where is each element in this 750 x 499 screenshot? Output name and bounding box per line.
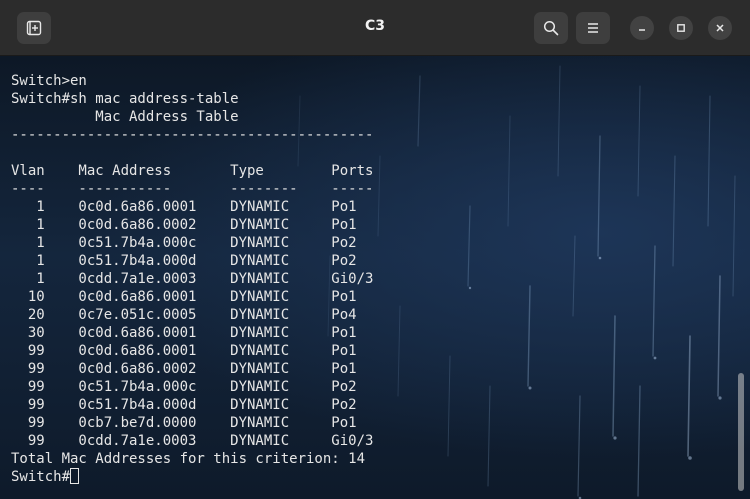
new-tab-icon: [26, 20, 42, 36]
terminal-line: Mac Address Table: [11, 109, 239, 125]
new-tab-button[interactable]: [17, 12, 51, 44]
terminal-line: 99 0c51.7b4a.000d DYNAMIC Po2: [11, 397, 357, 413]
close-icon: [716, 24, 724, 32]
terminal-window: C3 Switch>en Switch#sh mac address-table…: [0, 0, 750, 499]
search-button[interactable]: [534, 12, 568, 44]
close-button[interactable]: [708, 16, 732, 40]
terminal-line: 1 0c0d.6a86.0001 DYNAMIC Po1: [11, 199, 357, 215]
main-menu-button[interactable]: [576, 12, 610, 44]
minimize-button[interactable]: [630, 16, 654, 40]
terminal-line: 20 0c7e.051c.0005 DYNAMIC Po4: [11, 307, 357, 323]
terminal-line: Switch#sh mac address-table: [11, 91, 239, 107]
terminal-prompt-line[interactable]: Switch#: [11, 468, 373, 486]
header-bar: C3: [0, 0, 750, 56]
terminal-prompt: Switch#: [11, 469, 71, 485]
minimize-icon: [639, 29, 645, 31]
terminal-line: Total Mac Addresses for this criterion: …: [11, 451, 366, 467]
terminal-line: 99 0c0d.6a86.0002 DYNAMIC Po1: [11, 361, 357, 377]
terminal-line: 1 0c51.7b4a.000d DYNAMIC Po2: [11, 253, 357, 269]
terminal-line: 99 0cdd.7a1e.0003 DYNAMIC Gi0/3: [11, 433, 374, 449]
terminal-line: 99 0c0d.6a86.0001 DYNAMIC Po1: [11, 343, 357, 359]
terminal-line: 99 0cb7.be7d.0000 DYNAMIC Po1: [11, 415, 357, 431]
scrollbar[interactable]: [738, 373, 744, 491]
text-cursor: [70, 468, 80, 484]
terminal-line: 99 0c51.7b4a.000c DYNAMIC Po2: [11, 379, 357, 395]
terminal-line: Switch>en: [11, 73, 87, 89]
terminal-output: Switch>en Switch#sh mac address-table Mac…: [11, 72, 373, 486]
terminal-line: ----------------------------------------…: [11, 127, 374, 143]
terminal-line: 1 0cdd.7a1e.0003 DYNAMIC Gi0/3: [11, 271, 374, 287]
maximize-button[interactable]: [669, 16, 693, 40]
hamburger-menu-icon: [588, 23, 598, 33]
terminal-line: Vlan Mac Address Type Ports: [11, 163, 374, 179]
terminal-line: 30 0c0d.6a86.0001 DYNAMIC Po1: [11, 325, 357, 341]
search-icon: [543, 20, 559, 36]
terminal-line: 1 0c0d.6a86.0002 DYNAMIC Po1: [11, 217, 357, 233]
terminal-area[interactable]: Switch>en Switch#sh mac address-table Mac…: [0, 56, 750, 499]
terminal-line: 1 0c51.7b4a.000c DYNAMIC Po2: [11, 235, 357, 251]
terminal-line: ---- ----------- -------- -----: [11, 181, 374, 197]
terminal-line: 10 0c0d.6a86.0001 DYNAMIC Po1: [11, 289, 357, 305]
maximize-icon: [677, 24, 685, 32]
